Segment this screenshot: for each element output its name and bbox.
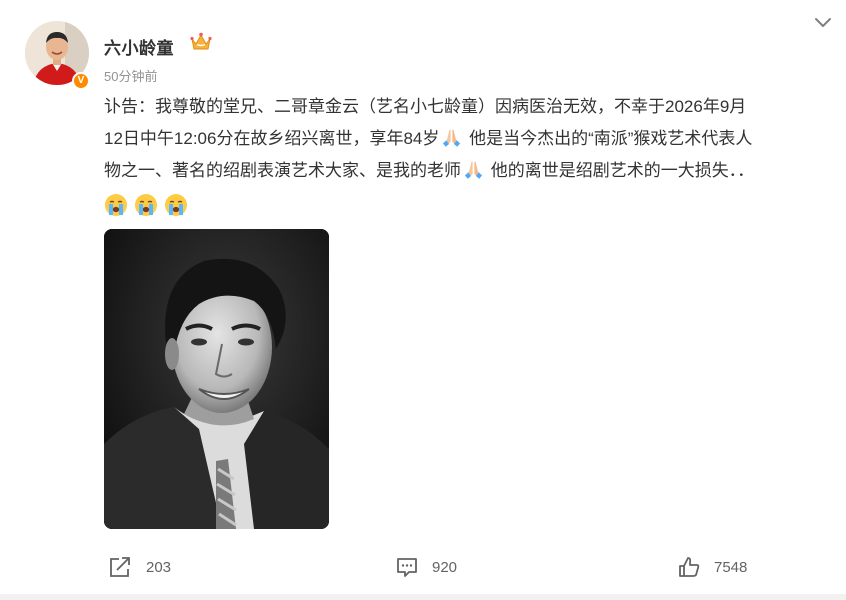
thumbs-up-icon: [679, 557, 700, 577]
comment-icon: [397, 558, 417, 577]
post-photo[interactable]: [104, 229, 329, 529]
chevron-down-icon[interactable]: [814, 17, 832, 29]
text-segment: 物之一、著名的绍剧表演艺术大家、是我的老师: [104, 161, 461, 180]
action-bar: 203 920 7548: [0, 556, 846, 584]
like-count: 7548: [714, 558, 748, 576]
author-name[interactable]: 六小龄童: [104, 34, 174, 59]
post-text: 讣告：我尊敬的堂兄、二哥章金云（艺名小七龄童）因病医治无效，不幸于2026年9月…: [104, 91, 834, 187]
repost-button[interactable]: 203: [108, 556, 171, 578]
crying-face-icon: [105, 194, 127, 216]
crown-icon[interactable]: [190, 32, 212, 52]
pray-icon: [443, 129, 461, 147]
emoji-row: [104, 193, 188, 217]
post-text-line: 12日中午12:06分在故乡绍兴离世，享年84岁 他是当今杰出的“南派”猴戏艺术…: [104, 123, 834, 155]
text-segment: 讣告：我尊敬的堂兄、二哥章金云（艺名小七龄童）因病医治无效，不幸于2026年9月: [104, 97, 747, 116]
crying-face-icon: [165, 194, 187, 216]
card-bottom-divider: [0, 594, 846, 600]
text-segment: 12日中午12:06分在故乡绍兴离世，享年84岁: [104, 129, 440, 148]
verified-badge: V: [72, 72, 90, 90]
post-text-line: 讣告：我尊敬的堂兄、二哥章金云（艺名小七龄童）因病医治无效，不幸于2026年9月: [104, 91, 834, 123]
post-timestamp[interactable]: 50分钟前: [104, 66, 157, 85]
like-button[interactable]: 7548: [678, 556, 747, 578]
weibo-post-card: V 六小龄童 50分钟前 讣告：我尊敬的堂兄、二哥章金云（艺名小七龄童）因病医治…: [0, 0, 846, 600]
text-segment: 他的离世是绍剧艺术的一大损失．．: [486, 161, 755, 180]
text-segment: 他是当今杰出的“南派”猴戏艺术代表人: [464, 129, 753, 148]
post-text-line: 物之一、著名的绍剧表演艺术大家、是我的老师 他的离世是绍剧艺术的一大损失．．: [104, 155, 834, 187]
share-icon: [110, 557, 130, 577]
repost-count: 203: [146, 558, 172, 576]
comment-count: 920: [432, 558, 458, 576]
comment-button[interactable]: 920: [396, 556, 457, 578]
crying-face-icon: [135, 194, 157, 216]
pray-icon: [464, 161, 483, 179]
